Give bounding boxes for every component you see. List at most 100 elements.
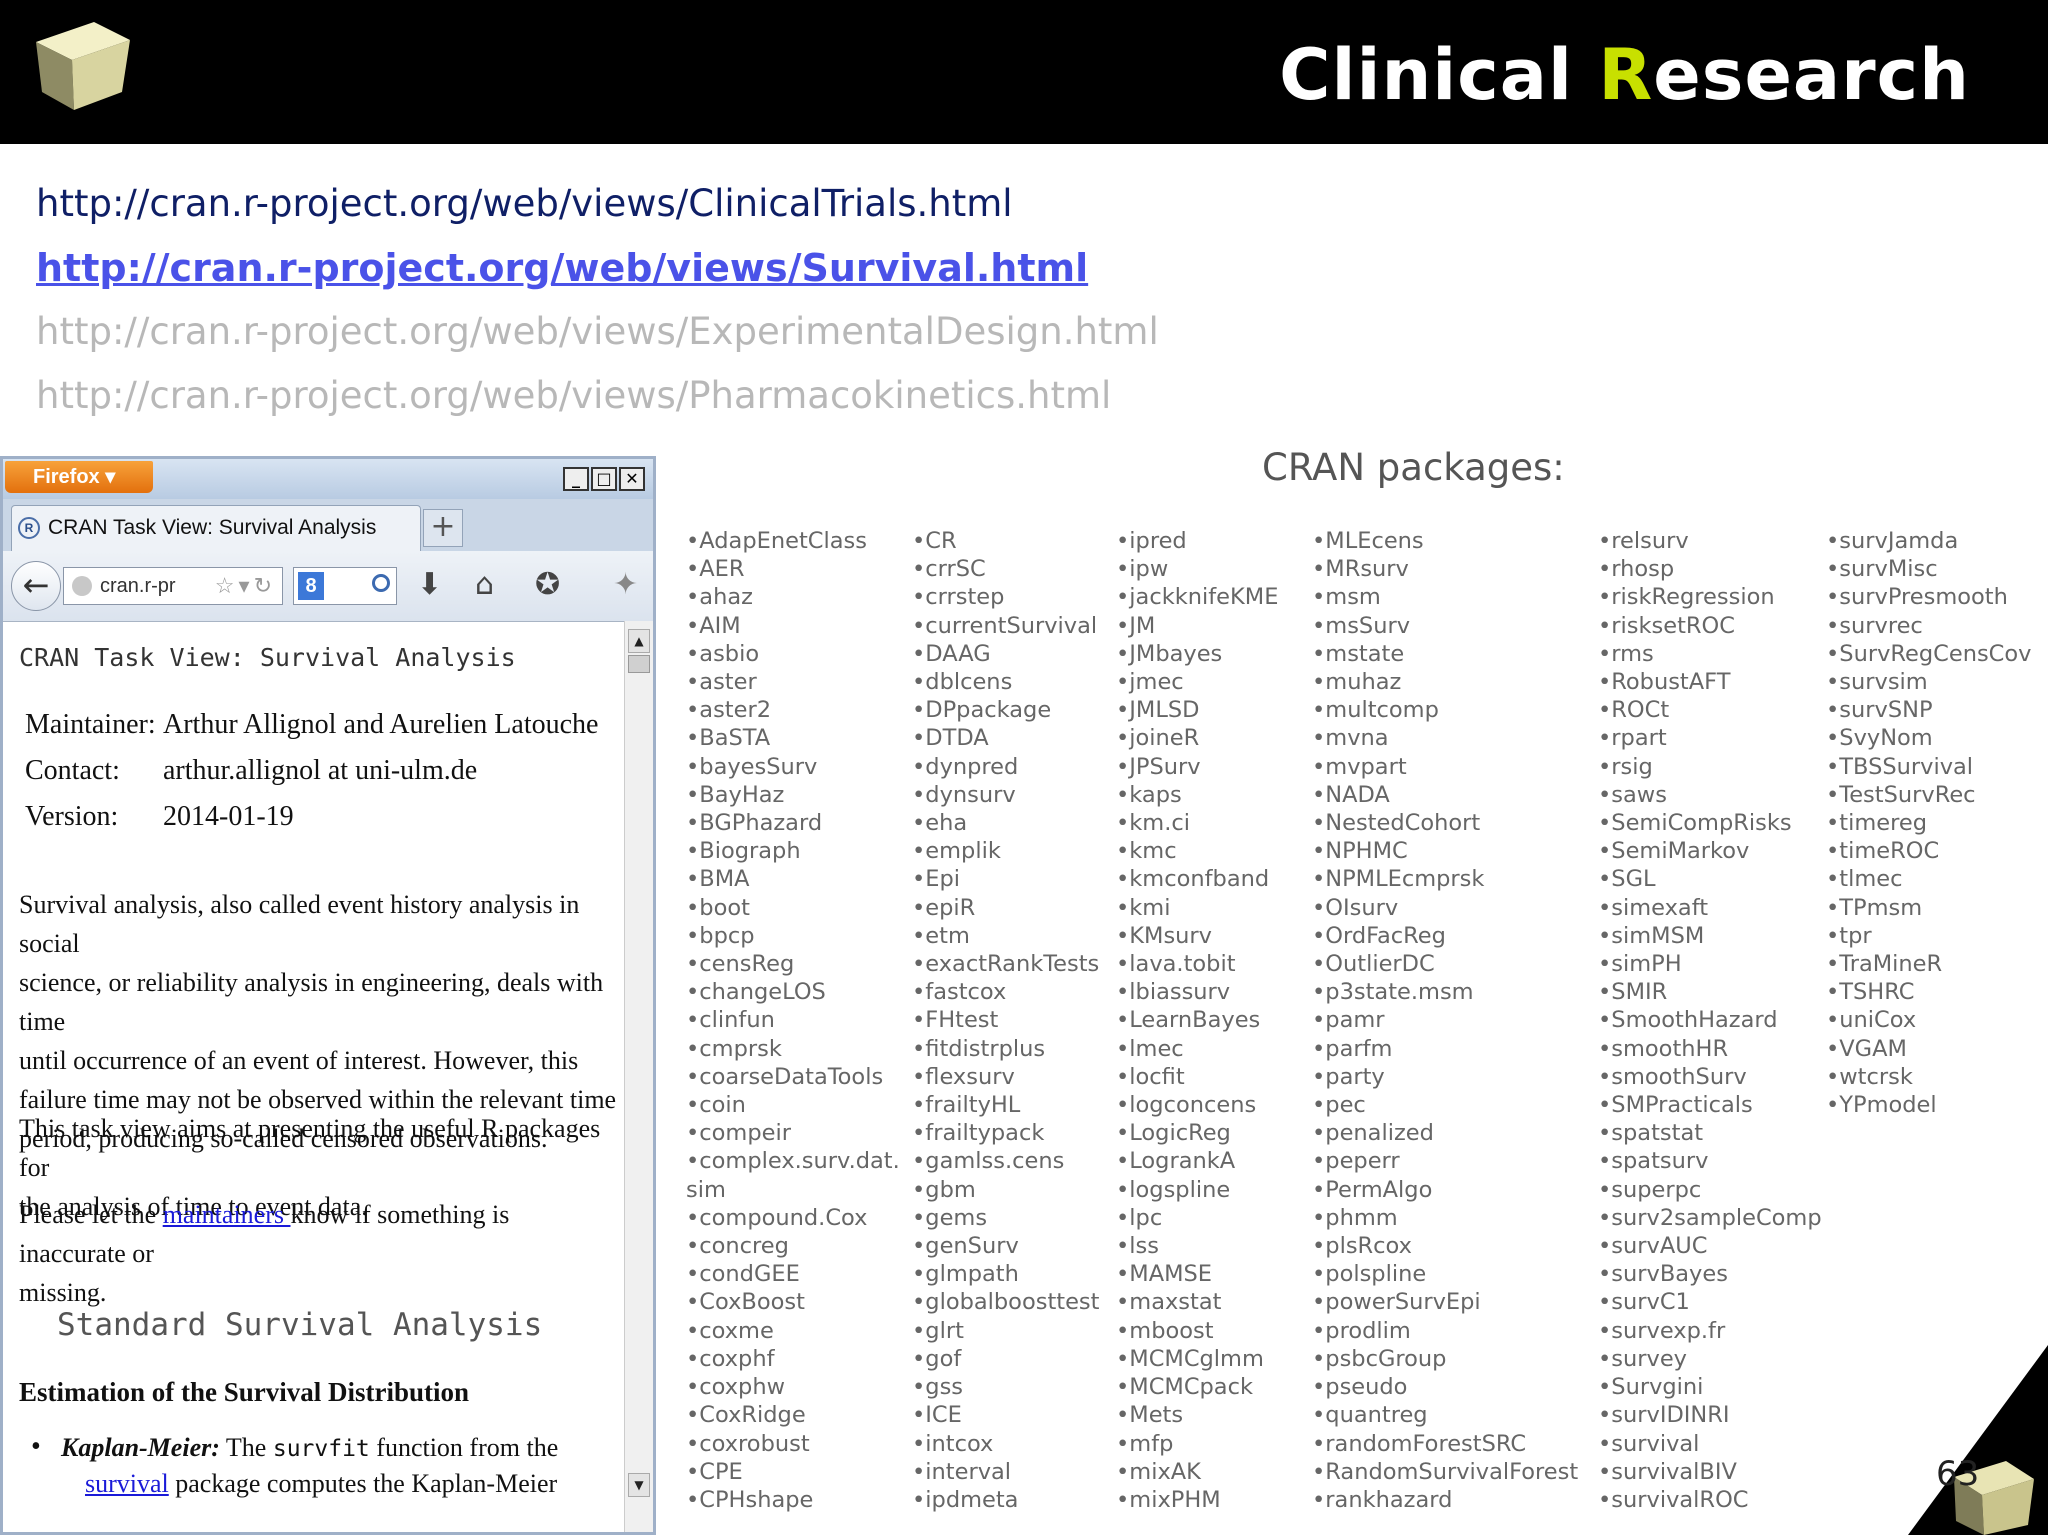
home-icon[interactable]: ⌂: [475, 565, 494, 605]
package-item: SGL: [1598, 865, 1822, 893]
package-item: genSurv: [912, 1232, 1099, 1260]
package-item: ipred: [1116, 527, 1278, 555]
package-item: mboost: [1116, 1317, 1278, 1345]
package-item: dblcens: [912, 668, 1099, 696]
package-item: penalized: [1312, 1119, 1578, 1147]
search-input[interactable]: 8: [293, 567, 397, 605]
window-controls: _ □ ✕: [563, 467, 645, 491]
url-input[interactable]: cran.r-pr ☆▾↻: [63, 567, 283, 605]
package-item: NestedCohort: [1312, 809, 1578, 837]
survival-link[interactable]: survival: [85, 1469, 169, 1498]
cube-logo-icon: [36, 22, 130, 110]
package-item: coxphf: [686, 1345, 900, 1373]
package-item: survey: [1598, 1345, 1822, 1373]
subsection-heading: Estimation of the Survival Distribution: [19, 1377, 470, 1407]
scroll-thumb[interactable]: [628, 655, 650, 673]
package-item: epiR: [912, 894, 1099, 922]
package-item: risksetROC: [1598, 612, 1822, 640]
package-item: RobustAFT: [1598, 668, 1822, 696]
package-item: SMIR: [1598, 978, 1822, 1006]
package-item: OrdFacReg: [1312, 922, 1578, 950]
browser-page-content: CRAN Task View: Survival Analysis Mainta…: [3, 621, 623, 1532]
package-item: lpc: [1116, 1204, 1278, 1232]
link-clinical-trials[interactable]: http://cran.r-project.org/web/views/Clin…: [36, 172, 1376, 236]
package-item: rsig: [1598, 753, 1822, 781]
package-item: ipw: [1116, 555, 1278, 583]
package-item: globalboosttest: [912, 1288, 1099, 1316]
package-item: mvna: [1312, 724, 1578, 752]
package-item: survivalBIV: [1598, 1458, 1822, 1486]
link-pharmacokinetics[interactable]: http://cran.r-project.org/web/views/Phar…: [36, 364, 1376, 428]
package-item: relsurv: [1598, 527, 1822, 555]
scrollbar[interactable]: ▲ ▼: [624, 621, 653, 1532]
package-item: spatsurv: [1598, 1147, 1822, 1175]
package-item: lava.tobit: [1116, 950, 1278, 978]
package-item: eha: [912, 809, 1099, 837]
package-item: condGEE: [686, 1260, 900, 1288]
package-item: SvyNom: [1826, 724, 2031, 752]
package-item: kmi: [1116, 894, 1278, 922]
package-item: SMPracticals: [1598, 1091, 1822, 1119]
package-item: mixAK: [1116, 1458, 1278, 1486]
package-item: CR: [912, 527, 1099, 555]
package-item: VGAM: [1826, 1035, 2031, 1063]
package-item: compeir: [686, 1119, 900, 1147]
firefox-menu-button[interactable]: Firefox ▾: [5, 461, 153, 493]
package-item: LogrankA: [1116, 1147, 1278, 1175]
package-item: censReg: [686, 950, 900, 978]
package-item: msSurv: [1312, 612, 1578, 640]
bookmarks-icon[interactable]: ✪: [535, 565, 560, 605]
package-item: rpart: [1598, 724, 1822, 752]
package-item: cmprsk: [686, 1035, 900, 1063]
browser-tabbar: R CRAN Task View: Survival Analysis +: [3, 499, 653, 551]
addon-icon[interactable]: ✦: [613, 565, 638, 605]
package-item: lss: [1116, 1232, 1278, 1260]
star-reload-icon[interactable]: ☆▾↻: [215, 568, 276, 604]
package-item: JPSurv: [1116, 753, 1278, 781]
package-item: muhaz: [1312, 668, 1578, 696]
scroll-down-icon[interactable]: ▼: [628, 1473, 650, 1497]
maintainers-link[interactable]: maintainers: [163, 1200, 291, 1229]
maintainer-row: Maintainer: Arthur Allignol and Aurelien …: [25, 709, 599, 740]
package-item: gss: [912, 1373, 1099, 1401]
back-arrow-icon[interactable]: ←: [11, 561, 61, 611]
task-view-links: http://cran.r-project.org/web/views/Clin…: [36, 172, 1376, 428]
link-survival[interactable]: http://cran.r-project.org/web/views/Surv…: [36, 236, 1376, 300]
package-item: prodlim: [1312, 1317, 1578, 1345]
package-item: DAAG: [912, 640, 1099, 668]
browser-navbar: ← cran.r-pr ☆▾↻ 8 ⬇ ⌂ ✪ ✦: [3, 551, 653, 622]
package-item: survival: [1598, 1430, 1822, 1458]
close-icon[interactable]: ✕: [619, 467, 645, 491]
package-item: AER: [686, 555, 900, 583]
scroll-up-icon[interactable]: ▲: [628, 629, 650, 653]
package-item: survMisc: [1826, 555, 2031, 583]
package-item: bayesSurv: [686, 753, 900, 781]
package-item: exactRankTests: [912, 950, 1099, 978]
minimize-icon[interactable]: _: [563, 467, 589, 491]
package-item: crrstep: [912, 583, 1099, 611]
tab-survival-analysis[interactable]: R CRAN Task View: Survival Analysis: [11, 505, 421, 551]
package-item: currentSurvival: [912, 612, 1099, 640]
package-item: YPmodel: [1826, 1091, 2031, 1119]
slide-title: Clinical Research: [1279, 34, 1970, 116]
package-item: simPH: [1598, 950, 1822, 978]
package-item: TraMineR: [1826, 950, 2031, 978]
link-experimental-design[interactable]: http://cran.r-project.org/web/views/Expe…: [36, 300, 1376, 364]
package-item: SurvRegCensCov: [1826, 640, 2031, 668]
package-item: survivalROC: [1598, 1486, 1822, 1514]
package-item: surv2sampleComp: [1598, 1204, 1821, 1232]
package-item: multcomp: [1312, 696, 1578, 724]
package-item: changeLOS: [686, 978, 900, 1006]
package-item: logspline: [1116, 1176, 1278, 1204]
new-tab-button[interactable]: +: [423, 509, 463, 547]
package-item: NPHMC: [1312, 837, 1578, 865]
package-item: complex.surv.dat.: [686, 1147, 900, 1175]
package-item: gamlss.cens: [912, 1147, 1099, 1175]
download-icon[interactable]: ⬇: [417, 565, 442, 605]
package-item: gbm: [912, 1176, 1099, 1204]
search-icon[interactable]: [372, 574, 390, 592]
package-item: survsim: [1826, 668, 2031, 696]
package-item: rankhazard: [1312, 1486, 1578, 1514]
maximize-icon[interactable]: □: [591, 467, 617, 491]
kaplan-meier-continued: survival package computes the Kaplan-Mei…: [85, 1469, 558, 1498]
